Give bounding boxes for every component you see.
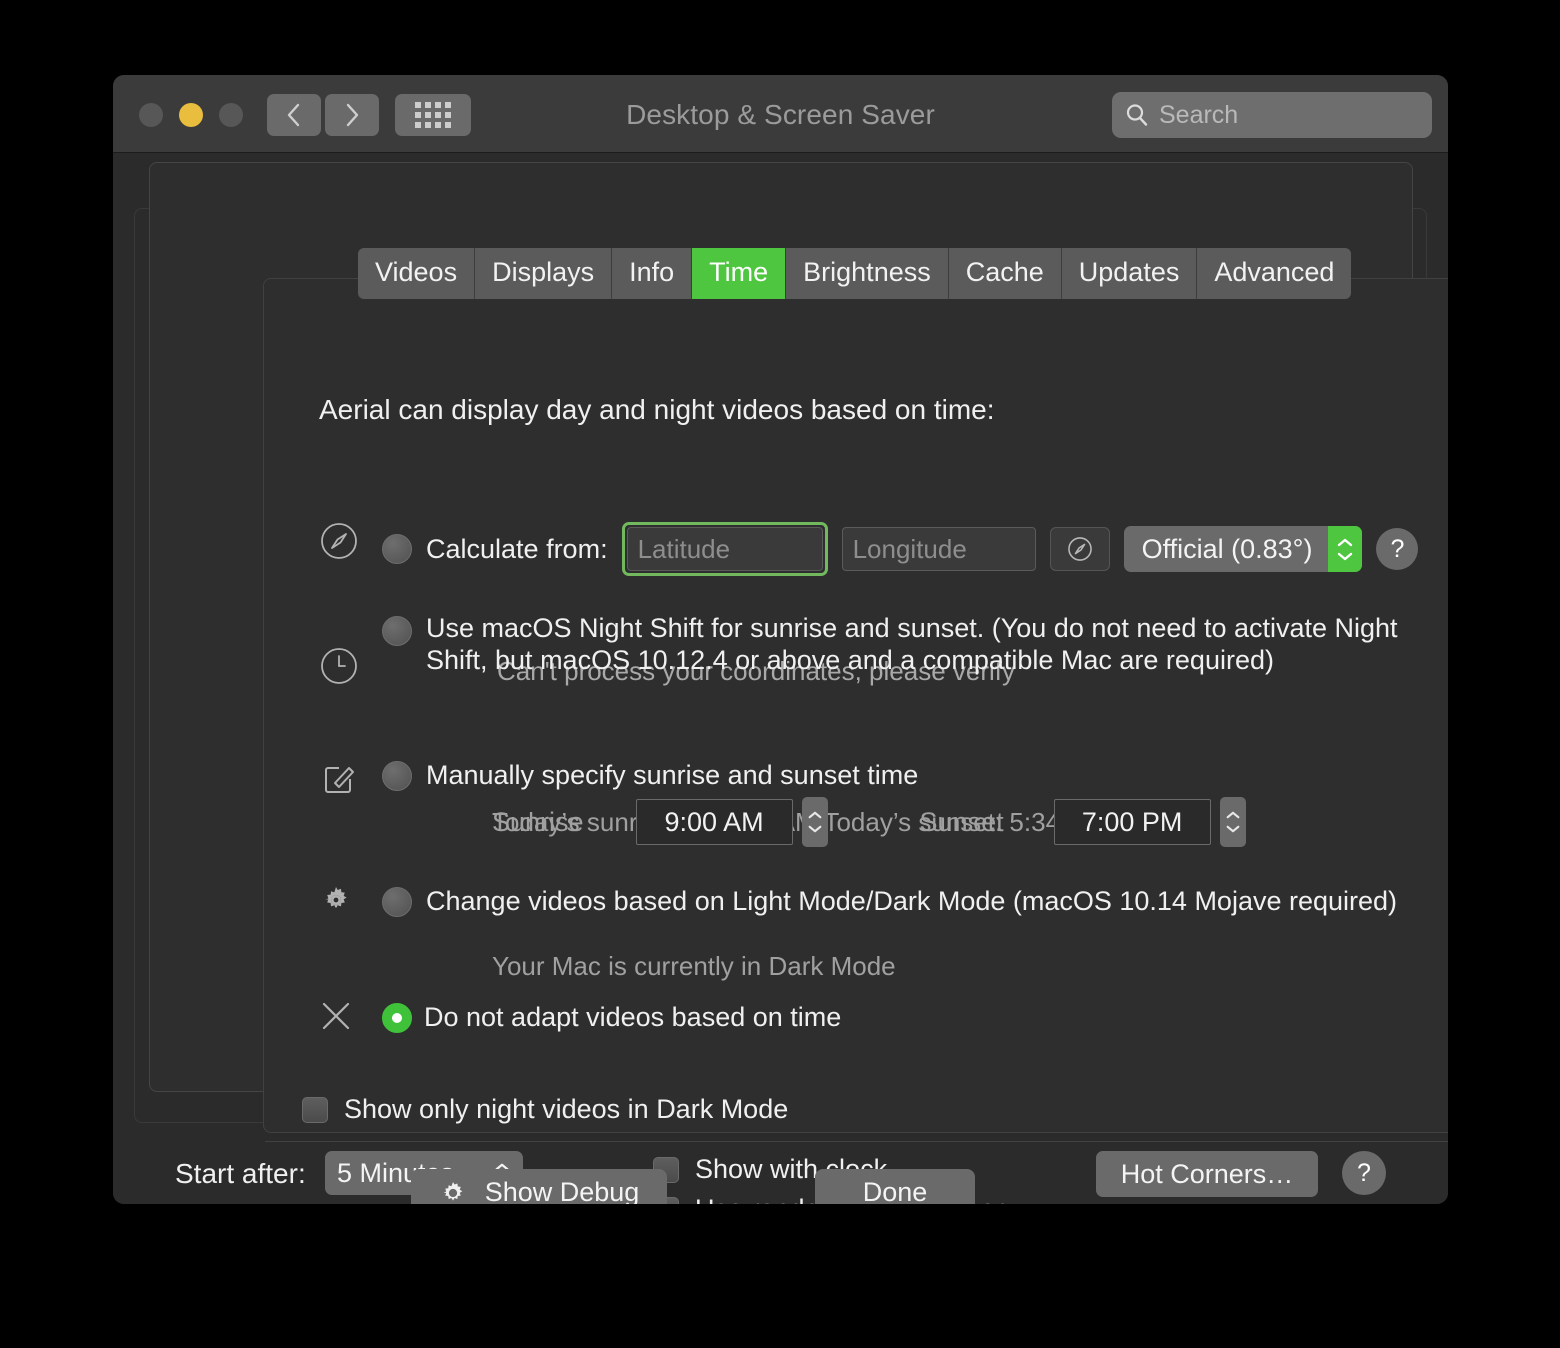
show-only-night-videos-row[interactable]: Show only night videos in Dark Mode xyxy=(302,1094,788,1125)
radio-manual-times[interactable] xyxy=(382,760,412,791)
dark-mode-status-note: Your Mac is currently in Dark Mode xyxy=(492,951,896,981)
search-input[interactable] xyxy=(1150,99,1448,131)
twilight-type-popup[interactable]: Official (0.83°) xyxy=(1123,526,1363,572)
night-shift-label-line2: Shift, but macOS 10.12.4 or above and a … xyxy=(426,645,1274,676)
do-not-adapt-label: Do not adapt videos based on time xyxy=(424,1002,842,1032)
tab-brightness[interactable]: Brightness xyxy=(786,248,949,299)
search-field[interactable] xyxy=(1112,92,1448,138)
show-debug-button[interactable]: Show Debug xyxy=(411,1169,667,1204)
do-not-adapt-row: Do not adapt videos based on time xyxy=(382,1002,841,1033)
light-dark-mode-label: Change videos based on Light Mode/Dark M… xyxy=(426,886,1398,916)
chevron-up-icon xyxy=(1338,538,1353,546)
manual-time-controls: Sunrise 9:00 AM Sunset 7:00 PM xyxy=(492,797,1246,847)
chevron-down-icon xyxy=(808,825,821,833)
chevron-down-icon xyxy=(1338,552,1353,560)
chevron-down-icon xyxy=(1226,825,1240,833)
search-icon xyxy=(1126,104,1148,126)
hot-corners-button[interactable]: Hot Corners… xyxy=(1096,1151,1318,1197)
clock-icon xyxy=(319,646,359,686)
twilight-stepper-arrows[interactable] xyxy=(1328,526,1363,572)
latitude-field-focus-ring xyxy=(621,522,828,576)
gear-icon xyxy=(443,1181,462,1201)
longitude-input[interactable] xyxy=(841,527,1036,571)
show-debug-label: Show Debug xyxy=(484,1177,640,1204)
chevron-up-icon xyxy=(1226,811,1240,819)
time-settings-pane: Aerial can display day and night videos … xyxy=(263,278,1448,1204)
tab-updates[interactable]: Updates xyxy=(1061,248,1198,299)
geolocate-button[interactable] xyxy=(1049,527,1110,571)
sunrise-label: Sunrise xyxy=(492,806,584,837)
tab-videos[interactable]: Videos xyxy=(358,248,476,299)
sunset-time-field[interactable]: 7:00 PM xyxy=(1053,799,1211,845)
radio-calculate-from[interactable] xyxy=(382,534,412,564)
pane-intro-text: Aerial can display day and night videos … xyxy=(319,394,995,425)
tab-info[interactable]: Info xyxy=(612,248,693,299)
gear-icon xyxy=(319,883,359,923)
x-icon xyxy=(319,999,359,1039)
show-only-night-videos-label: Show only night videos in Dark Mode xyxy=(344,1094,789,1124)
manual-times-row: Manually specify sunrise and sunset time xyxy=(382,760,918,791)
light-dark-mode-row: Change videos based on Light Mode/Dark M… xyxy=(382,886,1397,917)
calculate-from-row: Calculate from: Official (0.83°) xyxy=(382,522,1419,576)
preferences-window: Desktop & Screen Saver Videos Displays I… xyxy=(113,75,1448,1204)
tab-displays[interactable]: Displays xyxy=(475,248,613,299)
window-body: Videos Displays Info Time Brightness Cac… xyxy=(113,153,1448,1204)
screensaver-bottom-bar: Start after: 5 Minutes Show with clock H… xyxy=(113,1143,1448,1204)
latitude-input[interactable] xyxy=(626,527,823,571)
chevron-up-icon xyxy=(808,811,821,819)
window-titlebar: Desktop & Screen Saver xyxy=(113,75,1448,153)
compass-icon xyxy=(319,521,359,561)
radio-light-dark-mode[interactable] xyxy=(382,886,412,917)
sunrise-time-field[interactable]: 9:00 AM xyxy=(635,799,793,845)
show-only-night-videos-checkbox[interactable] xyxy=(302,1096,328,1123)
tab-bar: Videos Displays Info Time Brightness Cac… xyxy=(358,248,1352,299)
sunset-stepper[interactable] xyxy=(1219,797,1246,847)
pencil-square-icon xyxy=(319,757,359,797)
radio-do-not-adapt[interactable] xyxy=(382,1002,412,1033)
manual-times-label: Manually specify sunrise and sunset time xyxy=(426,760,919,790)
done-button[interactable]: Done xyxy=(815,1169,975,1204)
tab-cache[interactable]: Cache xyxy=(948,248,1062,299)
night-shift-row: Use macOS Night Shift for sunrise and su… xyxy=(382,612,1448,677)
tab-advanced[interactable]: Advanced xyxy=(1197,248,1352,299)
night-shift-label-line1: Use macOS Night Shift for sunrise and su… xyxy=(426,613,1398,643)
start-after-label: Start after: xyxy=(175,1158,306,1189)
twilight-type-value: Official (0.83°) xyxy=(1141,533,1313,564)
coordinates-help-button[interactable]: ? xyxy=(1376,528,1419,570)
sunset-label: Sunset xyxy=(919,806,1004,837)
compass-icon xyxy=(1067,537,1092,561)
tab-time[interactable]: Time xyxy=(692,248,787,299)
pane-divider xyxy=(265,1141,1448,1142)
sunrise-stepper[interactable] xyxy=(801,797,828,847)
radio-night-shift[interactable] xyxy=(382,616,412,646)
calculate-from-label: Calculate from: xyxy=(426,533,608,564)
screensaver-help-button[interactable]: ? xyxy=(1342,1151,1386,1195)
